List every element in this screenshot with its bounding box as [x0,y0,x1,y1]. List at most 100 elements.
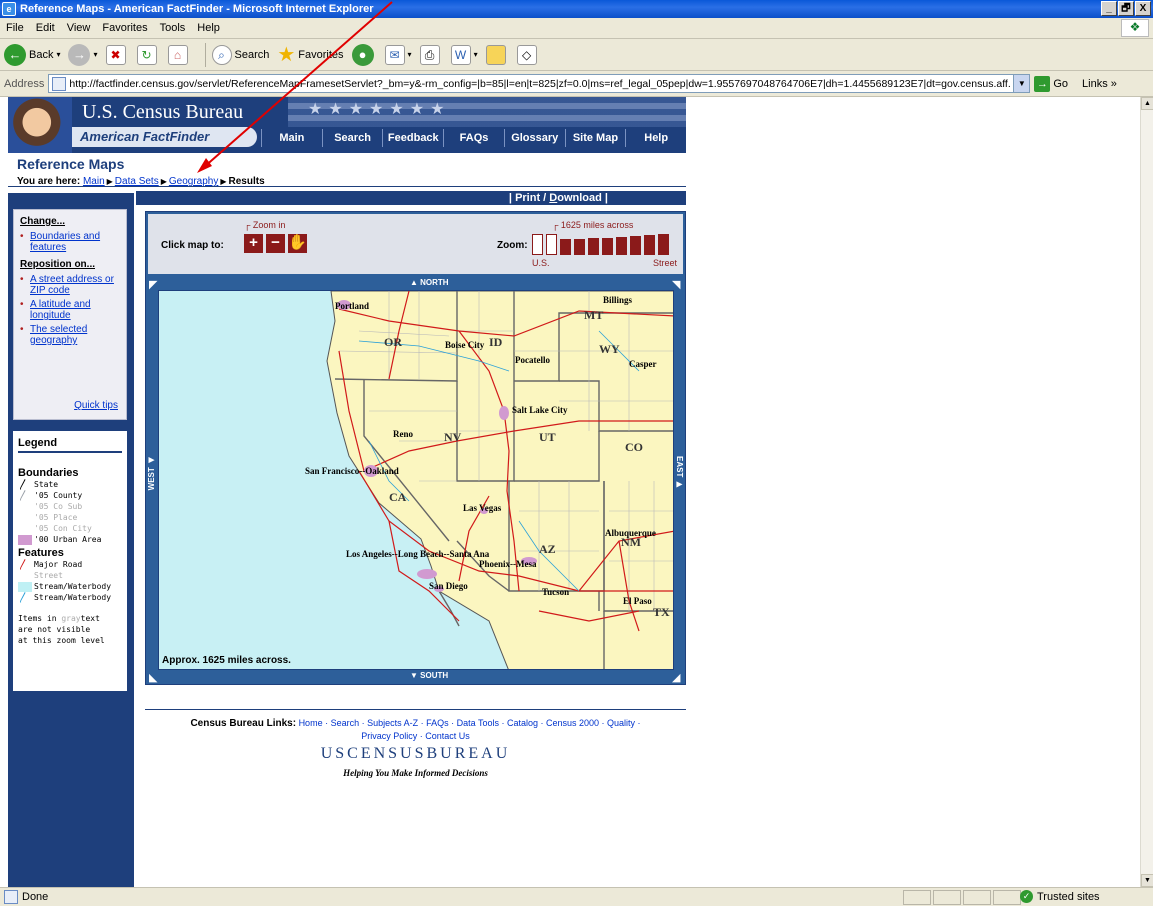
print-download-link[interactable]: Print / Download [515,192,602,204]
lat-long-link[interactable]: A latitude and longitude [20,299,120,321]
zoom-in-tool[interactable]: + [244,234,263,253]
quick-tips-link[interactable]: Quick tips [74,400,118,411]
legend-water-line: 〳 Stream/Waterbody [18,592,122,603]
links-button[interactable]: Links » [1082,78,1117,90]
legend-state: 〳 State [18,479,122,490]
pan-west-button[interactable]: WEST ◀ [147,456,156,490]
nav-help[interactable]: Help [625,129,686,147]
legend-cosub: '05 Co Sub [34,502,83,511]
address-dropdown-icon[interactable]: ▼ [1013,75,1030,92]
nav-site-map[interactable]: Site Map [564,129,626,147]
pan-south-button[interactable]: ▼ SOUTH [410,671,448,680]
refresh-icon: ↻ [136,44,157,65]
media-button[interactable]: ● [351,43,377,66]
pan-northwest-button[interactable]: ◤ [149,278,157,291]
factfinder-logo[interactable]: American FactFinder [72,127,257,147]
zoom-level-1[interactable] [532,234,543,255]
note-gray-word: gray [61,614,81,623]
city-label-tucson: Tucson [542,587,569,597]
legend-water-line-label: Stream/Waterbody [34,593,112,602]
word-icon: W [450,44,471,65]
boundaries-features-link[interactable]: Boundaries and features [20,231,120,253]
city-label-pocatello: Pocatello [515,355,550,365]
page-done-icon [4,890,18,904]
printer-icon: ⎙ [419,44,440,65]
street-address-link[interactable]: A street address or ZIP code [20,274,120,296]
address-label: Address [4,77,45,90]
chevron-down-icon: ▾ [56,50,61,59]
road-line-icon: 〳 [18,557,29,571]
zoom-level-7[interactable] [616,237,627,255]
scroll-up-icon[interactable]: ▲ [1141,97,1153,110]
folder-button[interactable] [485,44,509,65]
reposition-heading: Reposition on... [20,259,95,270]
water-line-icon: 〳 [18,590,29,604]
zoom-level-5[interactable] [588,238,599,255]
back-button[interactable]: ← Back ▾ [4,43,61,66]
vertical-scrollbar[interactable]: ▲ ▼ [1140,97,1153,887]
zoom-street-label: Street [652,258,677,268]
city-label-san-diego: San Diego [429,581,468,591]
nav-feedback[interactable]: Feedback [382,129,443,147]
map-controls: ┌ Zoom in Click map to: + − ✋ ┌ 1625 mil… [148,214,683,274]
zoom-level-4[interactable] [574,239,585,255]
footer-links-line1[interactable]: Home · Search · Subjects A-Z · FAQs · Da… [299,718,641,728]
selected-geography-link[interactable]: The selected geography [20,324,120,346]
footer-links-line2[interactable]: Privacy Policy · Contact Us [361,731,470,741]
city-label-portland: Portland [335,301,369,311]
go-button[interactable]: → Go [1034,75,1068,92]
zoom-level-9[interactable] [644,235,655,255]
zoom-level-10[interactable] [658,234,669,255]
mail-button[interactable]: ✉ ▾ [384,44,412,65]
nav-search[interactable]: Search [321,129,383,147]
legend-urban-label: '00 Urban Area [34,535,102,544]
nav-faqs[interactable]: FAQs [443,129,504,147]
state-label-or: OR [384,335,402,349]
state-label-mt: MT [584,308,603,322]
nav-main[interactable]: Main [261,129,322,147]
zoom-level-6[interactable] [602,238,613,255]
print-button[interactable]: ⎙ [419,44,443,65]
legend-title: Legend [18,437,122,453]
zoom-level-3[interactable] [560,239,571,255]
pan-north-button[interactable]: ▲ NORTH [410,278,449,287]
triangle-right-icon: ▶ [220,177,227,186]
scroll-down-icon[interactable]: ▼ [1141,874,1153,887]
menu-view[interactable]: View [67,22,91,34]
menu-favorites[interactable]: Favorites [102,22,147,34]
reference-map[interactable]: OR ID MT WY NV UT CO CA AZ NM TX Portlan… [158,290,674,670]
nav-glossary[interactable]: Glossary [503,129,565,147]
legend-water-area-label: Stream/Waterbody [34,582,112,591]
pan-east-button[interactable]: EAST ▶ [675,456,684,489]
city-label-reno: Reno [393,429,413,439]
mail-icon: ✉ [384,44,405,65]
refresh-button[interactable]: ↻ [136,44,160,65]
pan-southwest-button[interactable]: ◣ [149,671,157,684]
menu-edit[interactable]: Edit [36,22,55,34]
pan-southeast-button[interactable]: ◢ [672,671,680,684]
legend-major-road-label: Major Road [34,560,83,569]
menu-tools[interactable]: Tools [160,22,186,34]
menu-file[interactable]: File [6,22,24,34]
pan-tool[interactable]: ✋ [288,234,307,253]
search-button[interactable]: ⌕ Search [211,44,270,65]
download-label: ownload [557,192,602,204]
address-input[interactable]: http://factfinder.census.gov/servlet/Ref… [48,74,1031,93]
favorites-button[interactable]: ★ Favorites [277,42,343,67]
search-label: Search [234,48,270,61]
menu-help[interactable]: Help [197,22,220,34]
close-button[interactable]: X [1135,1,1151,16]
zoom-level-8[interactable] [630,236,641,255]
legend-panel: Legend Boundaries 〳 State 〳 '05 County '05… [13,431,127,691]
stop-button[interactable]: ✖ [105,44,129,65]
home-button[interactable]: ⌂ [167,44,191,65]
messenger-button[interactable]: ◇ [516,44,540,65]
zoom-level-2[interactable] [546,234,557,255]
census-bureau-logo[interactable]: USCENSUSBUREAU [145,745,686,763]
zoom-out-tool[interactable]: − [266,234,285,253]
forward-button[interactable]: → ▾ [68,43,98,66]
edit-button[interactable]: W ▾ [450,44,478,65]
minimize-button[interactable]: _ [1101,1,1117,16]
city-label-el-paso: El Paso [623,596,652,606]
maximize-button[interactable]: 🗗 [1118,1,1134,16]
